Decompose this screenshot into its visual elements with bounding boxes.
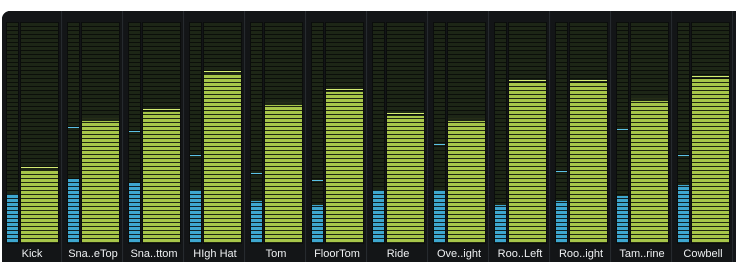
channel-meter-right bbox=[508, 22, 547, 244]
meter-level-fill bbox=[251, 201, 262, 243]
meter-level-fill bbox=[678, 185, 689, 243]
channel-meter-right bbox=[20, 22, 59, 244]
channel-meter-left bbox=[372, 22, 385, 244]
channel-name-label: Ove..ight bbox=[436, 248, 482, 260]
meter-peak-marker bbox=[448, 118, 485, 119]
channel-meter-right bbox=[81, 22, 120, 244]
meter-level-fill bbox=[143, 112, 180, 243]
meter-peak-marker bbox=[143, 109, 180, 110]
channel-name-label: Roo..Left bbox=[497, 248, 543, 260]
channel-meter-right bbox=[569, 22, 608, 244]
meter-level-fill bbox=[373, 190, 384, 243]
channel-name-label: Tam..rine bbox=[619, 248, 665, 260]
meter-peak-marker bbox=[631, 98, 668, 99]
channel-meter-right bbox=[447, 22, 486, 244]
meter-peak-marker bbox=[190, 155, 201, 156]
channel-strip[interactable]: FloorTom bbox=[307, 11, 367, 262]
channel-meter-right bbox=[630, 22, 669, 244]
meter-peak-marker bbox=[312, 180, 323, 181]
channel-strip[interactable]: Roo..ight bbox=[551, 11, 611, 262]
meter-level-fill bbox=[129, 183, 140, 243]
meter-peak-marker bbox=[204, 71, 241, 72]
meter-peak-marker bbox=[692, 76, 729, 77]
meter-level-fill bbox=[692, 79, 729, 243]
meter-peak-marker bbox=[570, 80, 607, 81]
channel-name-label: Sna..ttom bbox=[130, 248, 178, 260]
channel-name-label: Sna..eTop bbox=[68, 248, 118, 260]
channel-name-label: Roo..ight bbox=[558, 248, 604, 260]
meter-level-fill bbox=[21, 170, 58, 243]
meter-peak-marker bbox=[509, 80, 546, 81]
channel-meter-right bbox=[691, 22, 730, 244]
level-meters-panel: Kick Sna..eTop Sna..ttom HIgh Hat Tom FloorTo… bbox=[2, 11, 736, 262]
meter-peak-marker bbox=[82, 118, 119, 119]
channel-meter-left bbox=[433, 22, 446, 244]
channel-strip[interactable]: Ride bbox=[368, 11, 428, 262]
channel-name-label: Cowbell bbox=[683, 248, 723, 260]
meter-peak-marker bbox=[556, 171, 567, 172]
channel-meter-left bbox=[311, 22, 324, 244]
channel-meter-left bbox=[555, 22, 568, 244]
meter-level-fill bbox=[7, 194, 18, 243]
channel-meter-right bbox=[386, 22, 425, 244]
meter-peak-marker bbox=[678, 155, 689, 156]
meter-level-fill bbox=[434, 190, 445, 243]
meter-peak-marker bbox=[265, 102, 302, 103]
meter-level-fill bbox=[509, 83, 546, 243]
meter-peak-marker bbox=[251, 173, 262, 174]
channel-meter-left bbox=[616, 22, 629, 244]
channel-meter-left bbox=[677, 22, 690, 244]
meter-level-fill bbox=[448, 121, 485, 243]
meter-level-fill bbox=[570, 83, 607, 243]
meter-level-fill bbox=[631, 101, 668, 243]
meter-peak-marker bbox=[434, 144, 445, 145]
channel-strip[interactable]: Sna..ttom bbox=[124, 11, 184, 262]
meter-peak-marker bbox=[21, 167, 58, 168]
meter-level-fill bbox=[190, 190, 201, 243]
channel-strip[interactable]: Ove..ight bbox=[429, 11, 489, 262]
meter-peak-marker bbox=[68, 127, 79, 128]
channel-name-label: Kick bbox=[21, 248, 43, 260]
meter-level-fill bbox=[556, 201, 567, 243]
channel-strip[interactable]: Roo..Left bbox=[490, 11, 550, 262]
channel-name-label: Ride bbox=[386, 248, 410, 260]
channel-name-label: HIgh Hat bbox=[193, 248, 237, 260]
meter-level-fill bbox=[312, 205, 323, 243]
meter-level-fill bbox=[387, 116, 424, 243]
channel-meter-right bbox=[203, 22, 242, 244]
channel-meter-left bbox=[250, 22, 263, 244]
meter-level-fill bbox=[326, 92, 363, 243]
meter-level-fill bbox=[495, 205, 506, 243]
meter-peak-marker bbox=[617, 129, 628, 130]
channel-strip[interactable]: Tom bbox=[246, 11, 306, 262]
channel-meter-right bbox=[142, 22, 181, 244]
channel-strip[interactable]: HIgh Hat bbox=[185, 11, 245, 262]
channel-strip[interactable]: Cowbell bbox=[673, 11, 733, 262]
channel-meter-right bbox=[264, 22, 303, 244]
channel-meter-left bbox=[494, 22, 507, 244]
channel-meter-right bbox=[325, 22, 364, 244]
meter-peak-marker bbox=[326, 89, 363, 90]
channel-meter-left bbox=[67, 22, 80, 244]
mixer-window: Kick Sna..eTop Sna..ttom HIgh Hat Tom FloorTo… bbox=[0, 0, 736, 262]
meter-peak-marker bbox=[129, 131, 140, 132]
meter-level-fill bbox=[617, 196, 628, 243]
channel-strip[interactable]: Kick bbox=[2, 11, 62, 262]
channel-meter-left bbox=[128, 22, 141, 244]
meter-level-fill bbox=[265, 105, 302, 243]
channel-meter-left bbox=[189, 22, 202, 244]
channel-meter-left bbox=[6, 22, 19, 244]
channel-strip[interactable]: Tam..rine bbox=[612, 11, 672, 262]
channel-name-label: Tom bbox=[265, 248, 287, 260]
meter-level-fill bbox=[82, 121, 119, 243]
channel-strip[interactable]: Sna..eTop bbox=[63, 11, 123, 262]
meter-level-fill bbox=[204, 74, 241, 243]
channel-name-label: FloorTom bbox=[314, 248, 360, 260]
meter-peak-marker bbox=[387, 113, 424, 114]
meter-level-fill bbox=[68, 179, 79, 243]
